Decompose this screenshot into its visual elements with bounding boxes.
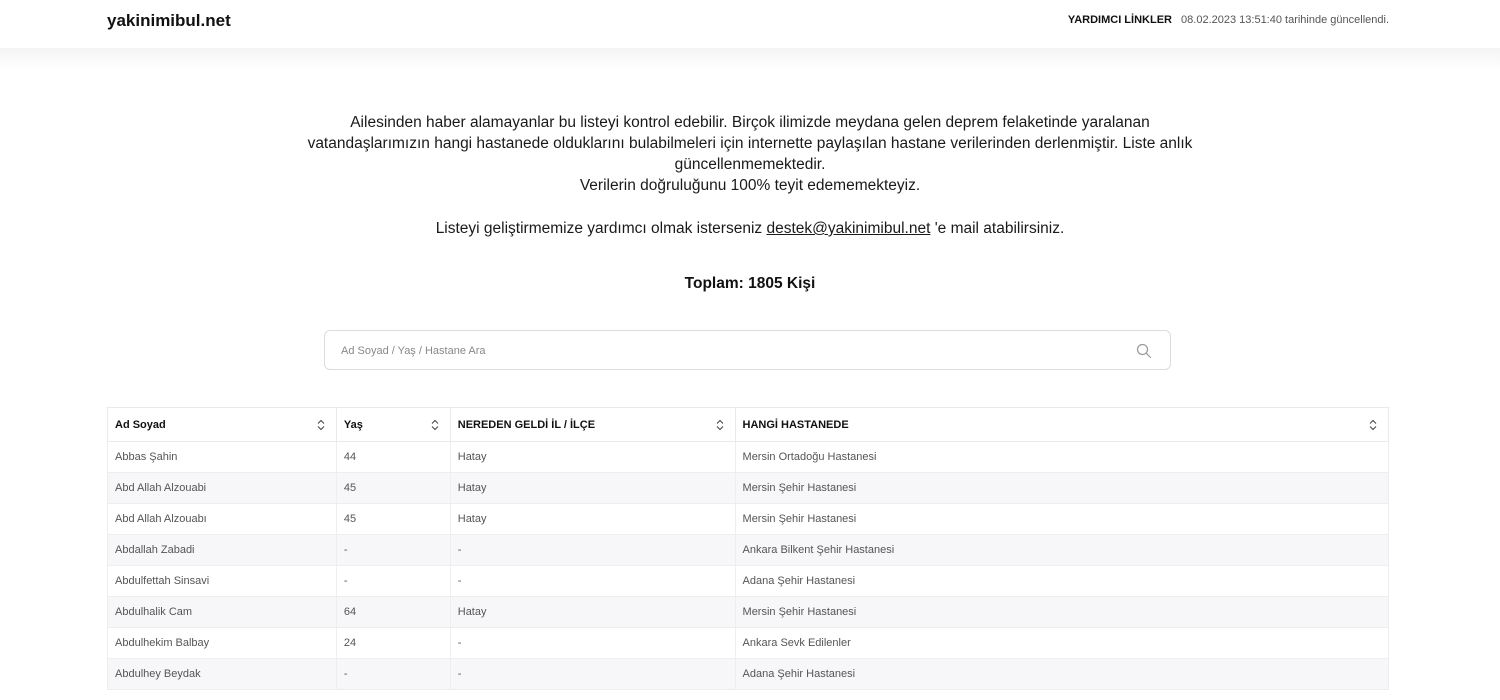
cell-hospital: Mersin Ortadoğu Hastanesi [734,441,1390,473]
cell-age: - [335,565,451,597]
cell-age: 45 [335,472,451,504]
helpful-links-menu[interactable]: YARDIMCI LİNKLER [1068,14,1172,26]
intro-paragraph: Ailesinden haber alamayanlar bu listeyi … [307,114,1193,173]
contact-suffix: 'e mail atabilirsiniz. [930,220,1065,237]
sort-icon[interactable] [715,419,725,431]
intro-text: Ailesinden haber alamayanlar bu listeyi … [300,112,1200,239]
sort-icon[interactable] [1368,419,1378,431]
table-row[interactable]: Abd Allah Alzouabi 45 Hatay Mersin Şehir Ha… [107,472,1390,504]
header-right: YARDIMCI LİNKLER 08.02.2023 13:51:40 tar… [1068,14,1389,26]
contact-line: Listeyi geliştirmemize yardımcı olmak is… [300,218,1200,239]
cell-name: Abdulhalik Cam [107,596,337,628]
cell-age: - [335,658,451,690]
total-count: Toplam: 1805 Kişi [684,275,816,292]
patients-table: Ad Soyad Yaş NEREDEN GELDİ İL / İLÇE HANGİ … [107,407,1390,690]
site-logo[interactable]: yakinimibul.net [107,11,231,31]
sort-icon[interactable] [316,419,326,431]
table-header-row: Ad Soyad Yaş NEREDEN GELDİ İL / İLÇE HANGİ … [107,407,1390,442]
cell-name: Abdulfettah Sinsavi [107,565,337,597]
cell-hospital: Mersin Şehir Hastanesi [734,472,1390,504]
cell-name: Abd Allah Alzouabı [107,503,337,535]
column-header-ad-soyad[interactable]: Ad Soyad [107,407,337,442]
table-body: Abbas Şahin 44 Hatay Mersin Ortadoğu Hastan… [107,441,1390,690]
cell-age: 24 [335,627,451,659]
column-header-label: Yaş [343,418,363,431]
cell-origin: - [449,658,736,690]
cell-origin: - [449,565,736,597]
column-header-nereden[interactable]: NEREDEN GELDİ İL / İLÇE [449,407,736,442]
table-row[interactable]: Abdulhalik Cam 64 Hatay Mersin Şehir Hastan… [107,596,1390,628]
cell-name: Abdallah Zabadi [107,534,337,566]
accuracy-note: Verilerin doğruluğunu 100% teyit edememe… [579,177,921,194]
cell-origin: Hatay [449,472,736,504]
table-row[interactable]: Abbas Şahin 44 Hatay Mersin Ortadoğu Hastan… [107,441,1390,473]
cell-hospital: Ankara Bilkent Şehir Hastanesi [734,534,1390,566]
contact-prefix: Listeyi geliştirmemize yardımcı olmak is… [435,220,767,237]
last-updated-text: 08.02.2023 13:51:40 tarihinde güncellend… [1181,14,1389,26]
cell-hospital: Ankara Sevk Edilenler [734,627,1390,659]
top-navbar: yakinimibul.net YARDIMCI LİNKLER 08.02.2… [0,0,1500,48]
column-header-label: Ad Soyad [115,418,166,431]
cell-name: Abbas Şahin [107,441,337,473]
search-icon[interactable] [1136,343,1152,359]
header-shadow-band [0,48,1500,70]
column-header-yas[interactable]: Yaş [335,407,451,442]
cell-age: 44 [335,441,451,473]
cell-origin: Hatay [449,503,736,535]
cell-name: Abdulhey Beydak [107,658,337,690]
table-row[interactable]: Abdulhey Beydak - - Adana Şehir Hastanesi [107,658,1390,690]
cell-origin: Hatay [449,596,736,628]
cell-hospital: Mersin Şehir Hastanesi [734,596,1390,628]
column-header-hastane[interactable]: HANGİ HASTANEDE [734,407,1390,442]
cell-origin: - [449,627,736,659]
sort-icon[interactable] [430,419,440,431]
cell-age: - [335,534,451,566]
cell-hospital: Adana Şehir Hastanesi [734,565,1390,597]
search-box[interactable] [324,330,1171,370]
search-input[interactable] [341,341,1101,361]
cell-hospital: Mersin Şehir Hastanesi [734,503,1390,535]
cell-hospital: Adana Şehir Hastanesi [734,658,1390,690]
contact-email-link[interactable]: destek@yakinimibul.net [766,220,930,237]
column-header-label: HANGİ HASTANEDE [742,418,849,431]
cell-age: 45 [335,503,451,535]
table-row[interactable]: Abdulfettah Sinsavi - - Adana Şehir Hastane… [107,565,1390,597]
cell-age: 64 [335,596,451,628]
table-row[interactable]: Abdallah Zabadi - - Ankara Bilkent Şehir Ha… [107,534,1390,566]
cell-name: Abd Allah Alzouabi [107,472,337,504]
column-header-label: NEREDEN GELDİ İL / İLÇE [457,418,596,431]
table-row[interactable]: Abdulhekim Balbay 24- Ankara Sevk Edilenle… [107,627,1390,659]
table-row[interactable]: Abd Allah Alzouabı 45 Hatay Mersin Şehir Ha… [107,503,1390,535]
cell-origin: Hatay [449,441,736,473]
cell-origin: - [449,534,736,566]
cell-name: Abdulhekim Balbay [107,627,337,659]
